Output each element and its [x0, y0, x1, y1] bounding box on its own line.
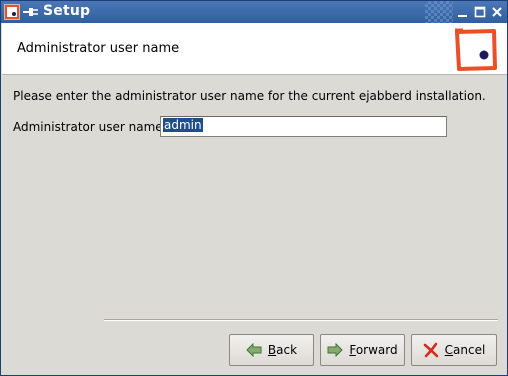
back-button[interactable]: Back — [229, 334, 314, 366]
app-icon[interactable] — [4, 4, 20, 20]
page-header: Administrator user name — [2, 23, 507, 75]
back-label: Back — [267, 343, 298, 357]
minimize-icon[interactable] — [456, 5, 470, 19]
admin-username-label: Administrator user name — [13, 120, 163, 134]
setup-window: Setup Administrator user name Please ent… — [0, 0, 508, 376]
forward-button[interactable]: Forward — [320, 334, 405, 366]
page-title: Administrator user name — [17, 41, 180, 56]
titlebar-pattern — [425, 1, 453, 23]
arrow-left-icon — [246, 343, 262, 357]
x-cancel-icon — [423, 342, 438, 358]
ejabberd-logo — [453, 28, 498, 73]
cancel-label: Cancel — [444, 343, 486, 357]
button-separator — [104, 319, 498, 321]
plug-icon — [23, 5, 39, 19]
intro-text: Please enter the administrator user name… — [13, 89, 486, 103]
forward-label: Forward — [349, 343, 398, 357]
arrow-right-icon — [327, 343, 344, 357]
title-bar[interactable]: Setup — [1, 1, 507, 23]
close-icon[interactable] — [490, 5, 504, 19]
admin-username-input[interactable] — [160, 116, 447, 137]
maximize-icon[interactable] — [473, 5, 487, 19]
window-title: Setup — [43, 3, 91, 19]
cancel-button[interactable]: Cancel — [411, 334, 497, 366]
